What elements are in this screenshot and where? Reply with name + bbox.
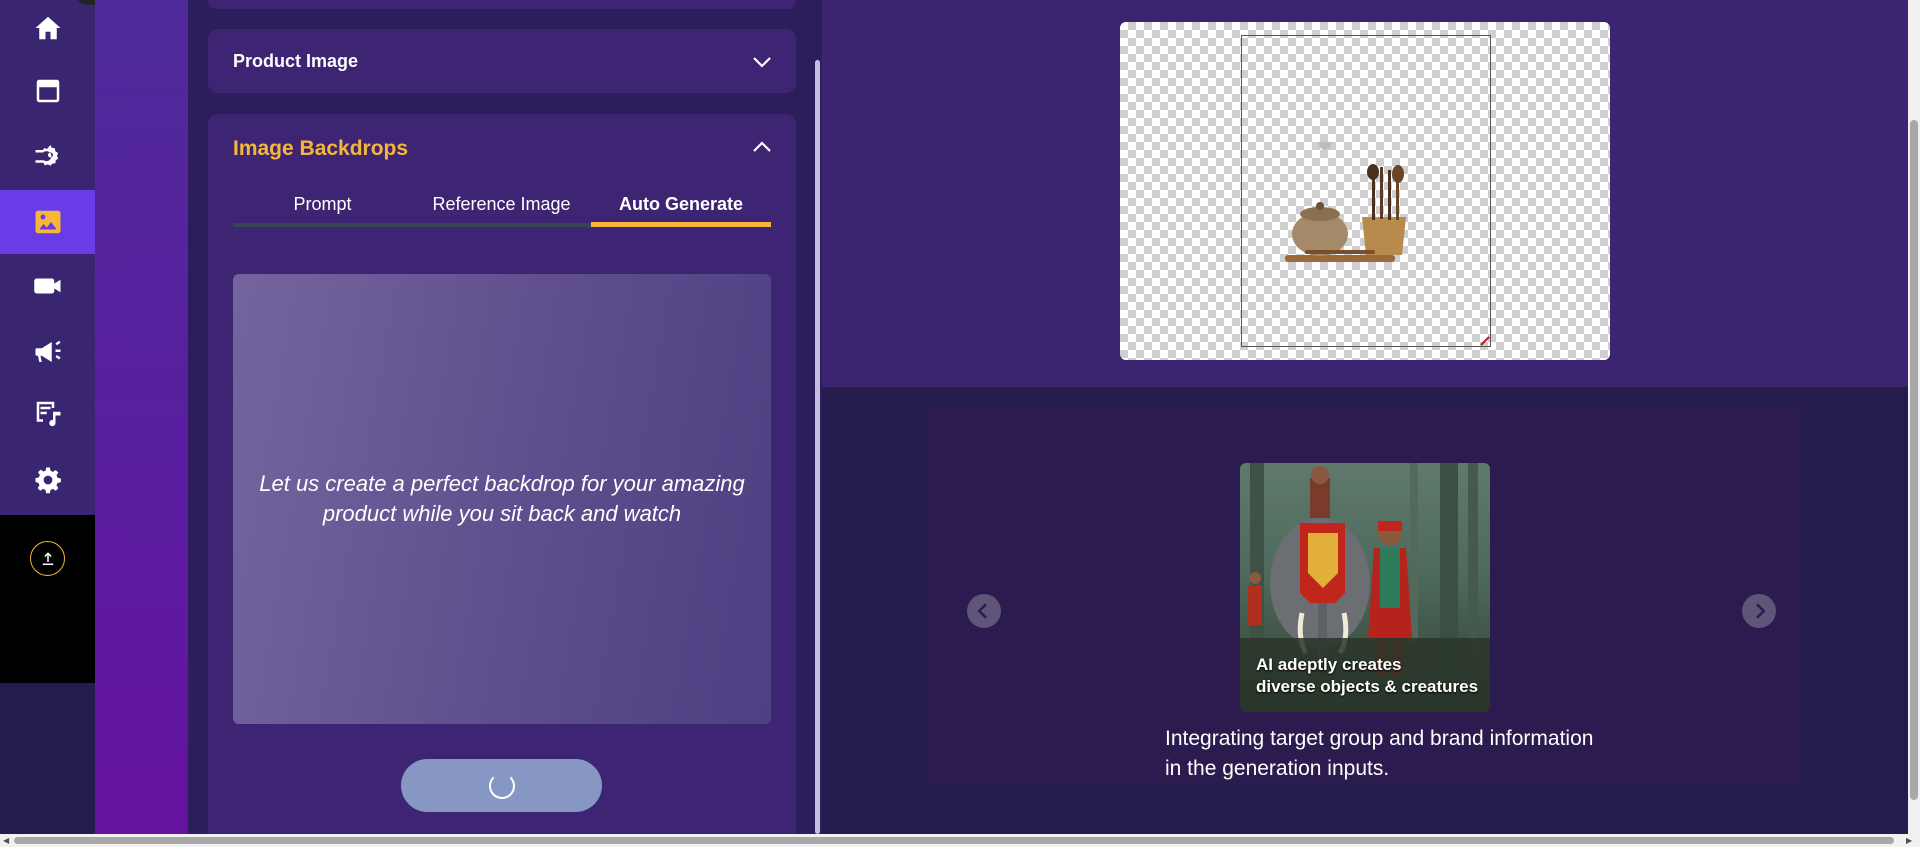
carousel-slide-image: AI adeptly creates diverse objects & cre… (1240, 463, 1490, 712)
carousel-next-button[interactable] (1742, 594, 1776, 628)
settings-gear-icon (35, 467, 61, 494)
slide-description-line: in the generation inputs. (1165, 757, 1390, 780)
upload-button[interactable] (30, 541, 65, 576)
accordion-image-backdrops: Image Backdrops Prompt Reference Image A… (208, 114, 796, 847)
chevron-right-icon (1756, 603, 1766, 619)
slide-caption: AI adeptly creates diverse objects & cre… (1256, 654, 1478, 698)
generate-button[interactable] (401, 759, 602, 812)
nav-script[interactable] (0, 381, 95, 445)
process-gear-icon (35, 145, 58, 166)
scroll-left-arrow-icon[interactable]: ◀ (3, 836, 9, 845)
page-horizontal-scrollbar[interactable]: ◀ ▶ (0, 834, 1920, 847)
chevron-up-icon[interactable] (750, 135, 774, 159)
nav-campaign[interactable] (0, 320, 95, 384)
slide-caption-line: AI adeptly creates (1256, 655, 1402, 674)
accordion-previous-section (208, 0, 796, 9)
carousel-prev-button[interactable] (967, 594, 1001, 628)
auto-generate-text: Let us create a perfect backdrop for you… (259, 471, 745, 526)
sidebar-gradient-strip (95, 0, 188, 834)
upload-icon (42, 551, 53, 565)
home-icon (35, 16, 60, 40)
nav-calendar[interactable] (0, 59, 95, 123)
accordion-title: Image Backdrops (233, 137, 409, 160)
nav-home[interactable] (0, 0, 95, 60)
page-vertical-scrollbar[interactable] (1908, 0, 1920, 834)
chevron-down-icon[interactable] (750, 50, 774, 74)
horizontal-scroll-thumb[interactable] (14, 837, 1894, 844)
product-image (1285, 142, 1406, 262)
tab-reference-image[interactable]: Reference Image (412, 194, 591, 218)
script-music-icon (36, 401, 60, 427)
slide-description-line: Integrating target group and brand infor… (1165, 727, 1594, 750)
calendar-icon (36, 79, 59, 103)
tab-prompt[interactable]: Prompt (233, 194, 412, 218)
loading-spinner-icon (488, 772, 515, 799)
nav-process[interactable] (0, 123, 95, 187)
megaphone-icon (35, 340, 60, 362)
accordion-title: Product Image (233, 51, 359, 71)
backdrop-tabs: Prompt Reference Image Auto Generate (233, 194, 771, 227)
resize-handle-icon[interactable] (1480, 336, 1490, 346)
slide-caption-line: diverse objects & creatures (1256, 677, 1479, 696)
vertical-scroll-thumb[interactable] (1910, 120, 1918, 800)
accordion-product-image[interactable]: Product Image (208, 29, 796, 93)
panel-scrollbar[interactable] (815, 60, 820, 834)
product-canvas[interactable] (1120, 22, 1610, 360)
auto-generate-box: Let us create a perfect backdrop for you… (233, 274, 771, 724)
chevron-left-icon (977, 603, 987, 619)
tab-auto-generate[interactable]: Auto Generate (591, 194, 771, 218)
image-icon (35, 210, 60, 234)
active-tab-indicator (591, 222, 771, 227)
nav-settings[interactable] (0, 448, 95, 512)
slide-description: Integrating target group and brand infor… (1165, 724, 1685, 784)
scroll-right-arrow-icon[interactable]: ▶ (1906, 836, 1912, 845)
video-camera-icon (33, 278, 60, 294)
nav-video[interactable] (0, 254, 95, 318)
nav-image[interactable] (0, 190, 95, 254)
